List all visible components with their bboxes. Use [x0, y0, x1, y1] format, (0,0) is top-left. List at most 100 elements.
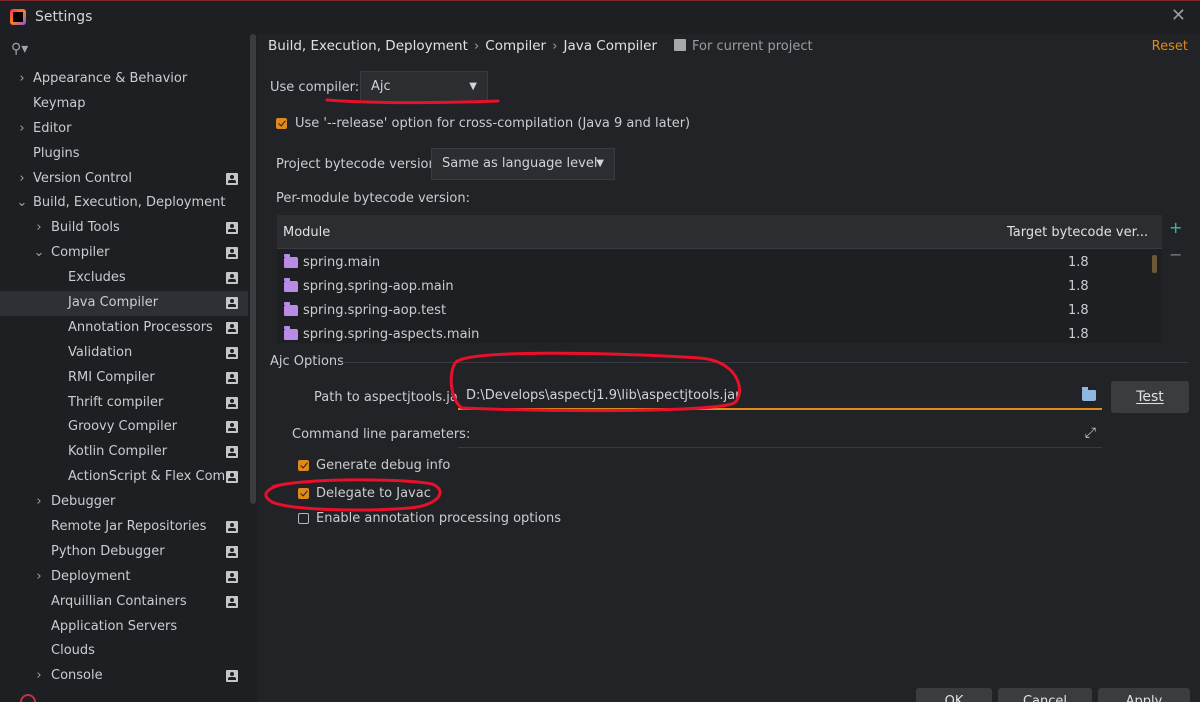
cmd-params-input[interactable]: ⤢ — [458, 420, 1102, 448]
sidebar-item[interactable]: Kotlin Compiler — [0, 440, 248, 465]
bytecode-version-select[interactable]: Same as language level ▼ — [431, 148, 615, 180]
folder-icon[interactable] — [1082, 387, 1096, 401]
sidebar-item[interactable]: Annotation Processors — [0, 316, 248, 341]
aspectjtools-path-label: Path to aspectjtools.jar: — [314, 390, 468, 405]
sidebar-item-label: Application Servers — [51, 618, 178, 634]
sidebar-item[interactable]: ⌄ Build, Execution, Deployment — [0, 191, 248, 216]
table-header: Module Target bytecode ver... — [277, 215, 1162, 249]
sidebar-item-label: Clouds — [51, 643, 95, 659]
table-row[interactable]: spring.spring-aop.test 1.8 — [277, 300, 1162, 324]
module-bytecode-version[interactable]: 1.8 — [1068, 303, 1089, 318]
module-bytecode-version[interactable]: 1.8 — [1068, 327, 1089, 342]
breadcrumb-item[interactable]: Build, Execution, Deployment — [268, 38, 468, 54]
sidebar-item[interactable]: › Deployment — [0, 565, 248, 590]
module-bytecode-version[interactable]: 1.8 — [1068, 255, 1089, 270]
project-level-icon — [226, 570, 238, 583]
aspectjtools-path-input[interactable]: D:\Develops\aspectj1.9\lib\aspectjtools.… — [458, 384, 1102, 410]
sidebar-item[interactable]: ⌄ Compiler — [0, 241, 248, 266]
per-module-label: Per-module bytecode version: — [276, 191, 470, 206]
chevron-right-icon[interactable]: › — [16, 67, 28, 92]
project-level-icon — [226, 396, 238, 409]
test-button[interactable]: Test — [1111, 381, 1189, 413]
ajc-option-label: Enable annotation processing options — [316, 511, 561, 526]
sidebar-item[interactable]: › Console — [0, 664, 248, 689]
column-target-bytecode[interactable]: Target bytecode ver... — [1007, 225, 1148, 240]
sidebar-item[interactable]: Keymap — [0, 92, 248, 117]
sidebar-item[interactable]: › Debugger — [0, 490, 248, 515]
sidebar-item[interactable]: › Editor — [0, 117, 248, 142]
sidebar-item[interactable]: Clouds — [0, 639, 248, 664]
module-folder-icon — [284, 302, 298, 316]
sidebar-item[interactable]: Excludes — [0, 266, 248, 291]
project-icon — [674, 39, 686, 51]
table-row[interactable]: spring.main 1.8 — [277, 252, 1162, 276]
scope-label: For current project — [674, 39, 813, 54]
chevron-right-icon[interactable]: › — [33, 664, 45, 689]
project-level-icon — [226, 222, 238, 235]
project-level-icon — [226, 446, 238, 459]
chevron-right-icon[interactable]: › — [33, 490, 45, 515]
project-level-icon — [226, 321, 238, 334]
sidebar-item[interactable]: ActionScript & Flex Comp — [0, 465, 248, 490]
sidebar-item[interactable]: Thrift compiler — [0, 391, 248, 416]
sidebar-item[interactable]: RMI Compiler — [0, 366, 248, 391]
breadcrumb-item[interactable]: Compiler — [485, 38, 546, 54]
ajc-option-checkbox[interactable] — [298, 488, 309, 499]
sidebar-item[interactable]: Validation — [0, 341, 248, 366]
project-level-icon — [226, 670, 238, 683]
sidebar-item[interactable]: Plugins — [0, 142, 248, 167]
sidebar-scrollbar[interactable] — [250, 34, 256, 504]
release-option-label: Use '--release' option for cross-compila… — [295, 116, 691, 131]
chevron-right-icon[interactable]: › — [33, 565, 45, 590]
chevron-down-icon[interactable]: ⌄ — [33, 241, 45, 266]
module-bytecode-version[interactable]: 1.8 — [1068, 279, 1089, 294]
close-icon[interactable]: ✕ — [1171, 5, 1186, 26]
table-scrollbar[interactable] — [1152, 255, 1157, 273]
remove-module-button[interactable]: − — [1169, 245, 1182, 264]
module-folder-icon — [284, 326, 298, 340]
sidebar-item-label: Thrift compiler — [68, 394, 164, 410]
sidebar-item-label: Validation — [68, 344, 133, 360]
chevron-down-icon[interactable]: ⌄ — [16, 191, 28, 216]
sidebar-item[interactable]: › Version Control — [0, 167, 248, 192]
ajc-option-checkbox[interactable] — [298, 513, 309, 524]
ok-button[interactable]: OK — [916, 688, 992, 702]
ajc-option-label: Generate debug info — [316, 458, 451, 473]
sidebar-item-label: Excludes — [68, 270, 126, 286]
sidebar-item[interactable]: Groovy Compiler — [0, 415, 248, 440]
chevron-right-icon[interactable]: › — [33, 216, 45, 241]
sidebar-item[interactable]: Java Compiler — [0, 291, 248, 316]
reset-link[interactable]: Reset — [1152, 39, 1188, 54]
sidebar-item-label: Arquillian Containers — [51, 593, 187, 609]
sidebar-item[interactable]: Arquillian Containers — [0, 590, 248, 615]
table-row[interactable]: spring.spring-aop.main 1.8 — [277, 276, 1162, 300]
sidebar-item[interactable]: › Appearance & Behavior — [0, 67, 248, 92]
sidebar-item[interactable]: › Build Tools — [0, 216, 248, 241]
sidebar-item[interactable]: Application Servers — [0, 615, 248, 640]
project-level-icon — [226, 595, 238, 608]
project-level-icon — [226, 172, 238, 185]
breadcrumb-item: Java Compiler — [563, 38, 658, 54]
release-option-checkbox[interactable] — [276, 118, 287, 129]
dropdown-arrow-icon: ▼ — [469, 81, 477, 92]
chevron-right-icon[interactable]: › — [16, 167, 28, 192]
expand-icon[interactable]: ⤢ — [1085, 425, 1096, 441]
apply-button[interactable]: Apply — [1098, 688, 1190, 702]
sidebar-item-label: Plugins — [33, 145, 80, 161]
sidebar-item-label: Java Compiler — [68, 295, 159, 311]
add-module-button[interactable]: + — [1169, 218, 1182, 237]
compiler-select[interactable]: Ajc ▼ — [360, 71, 488, 103]
sidebar-item-label: Compiler — [51, 245, 110, 261]
column-module[interactable]: Module — [283, 225, 330, 240]
ajc-option-label: Delegate to Javac — [316, 486, 431, 501]
sidebar-item-label: Python Debugger — [51, 543, 165, 559]
sidebar-item[interactable]: Python Debugger — [0, 540, 248, 565]
sidebar-item[interactable]: Remote Jar Repositories — [0, 515, 248, 540]
chevron-right-icon[interactable]: › — [16, 117, 28, 142]
search-icon[interactable]: ⚲▾ — [11, 41, 28, 57]
table-toolbar: + − — [1162, 215, 1188, 343]
sidebar-item-label: Build, Execution, Deployment — [33, 195, 226, 211]
table-row[interactable]: spring.spring-aspects.main 1.8 — [277, 324, 1162, 343]
ajc-option-checkbox[interactable] — [298, 460, 309, 471]
cancel-button[interactable]: Cancel — [998, 688, 1092, 702]
